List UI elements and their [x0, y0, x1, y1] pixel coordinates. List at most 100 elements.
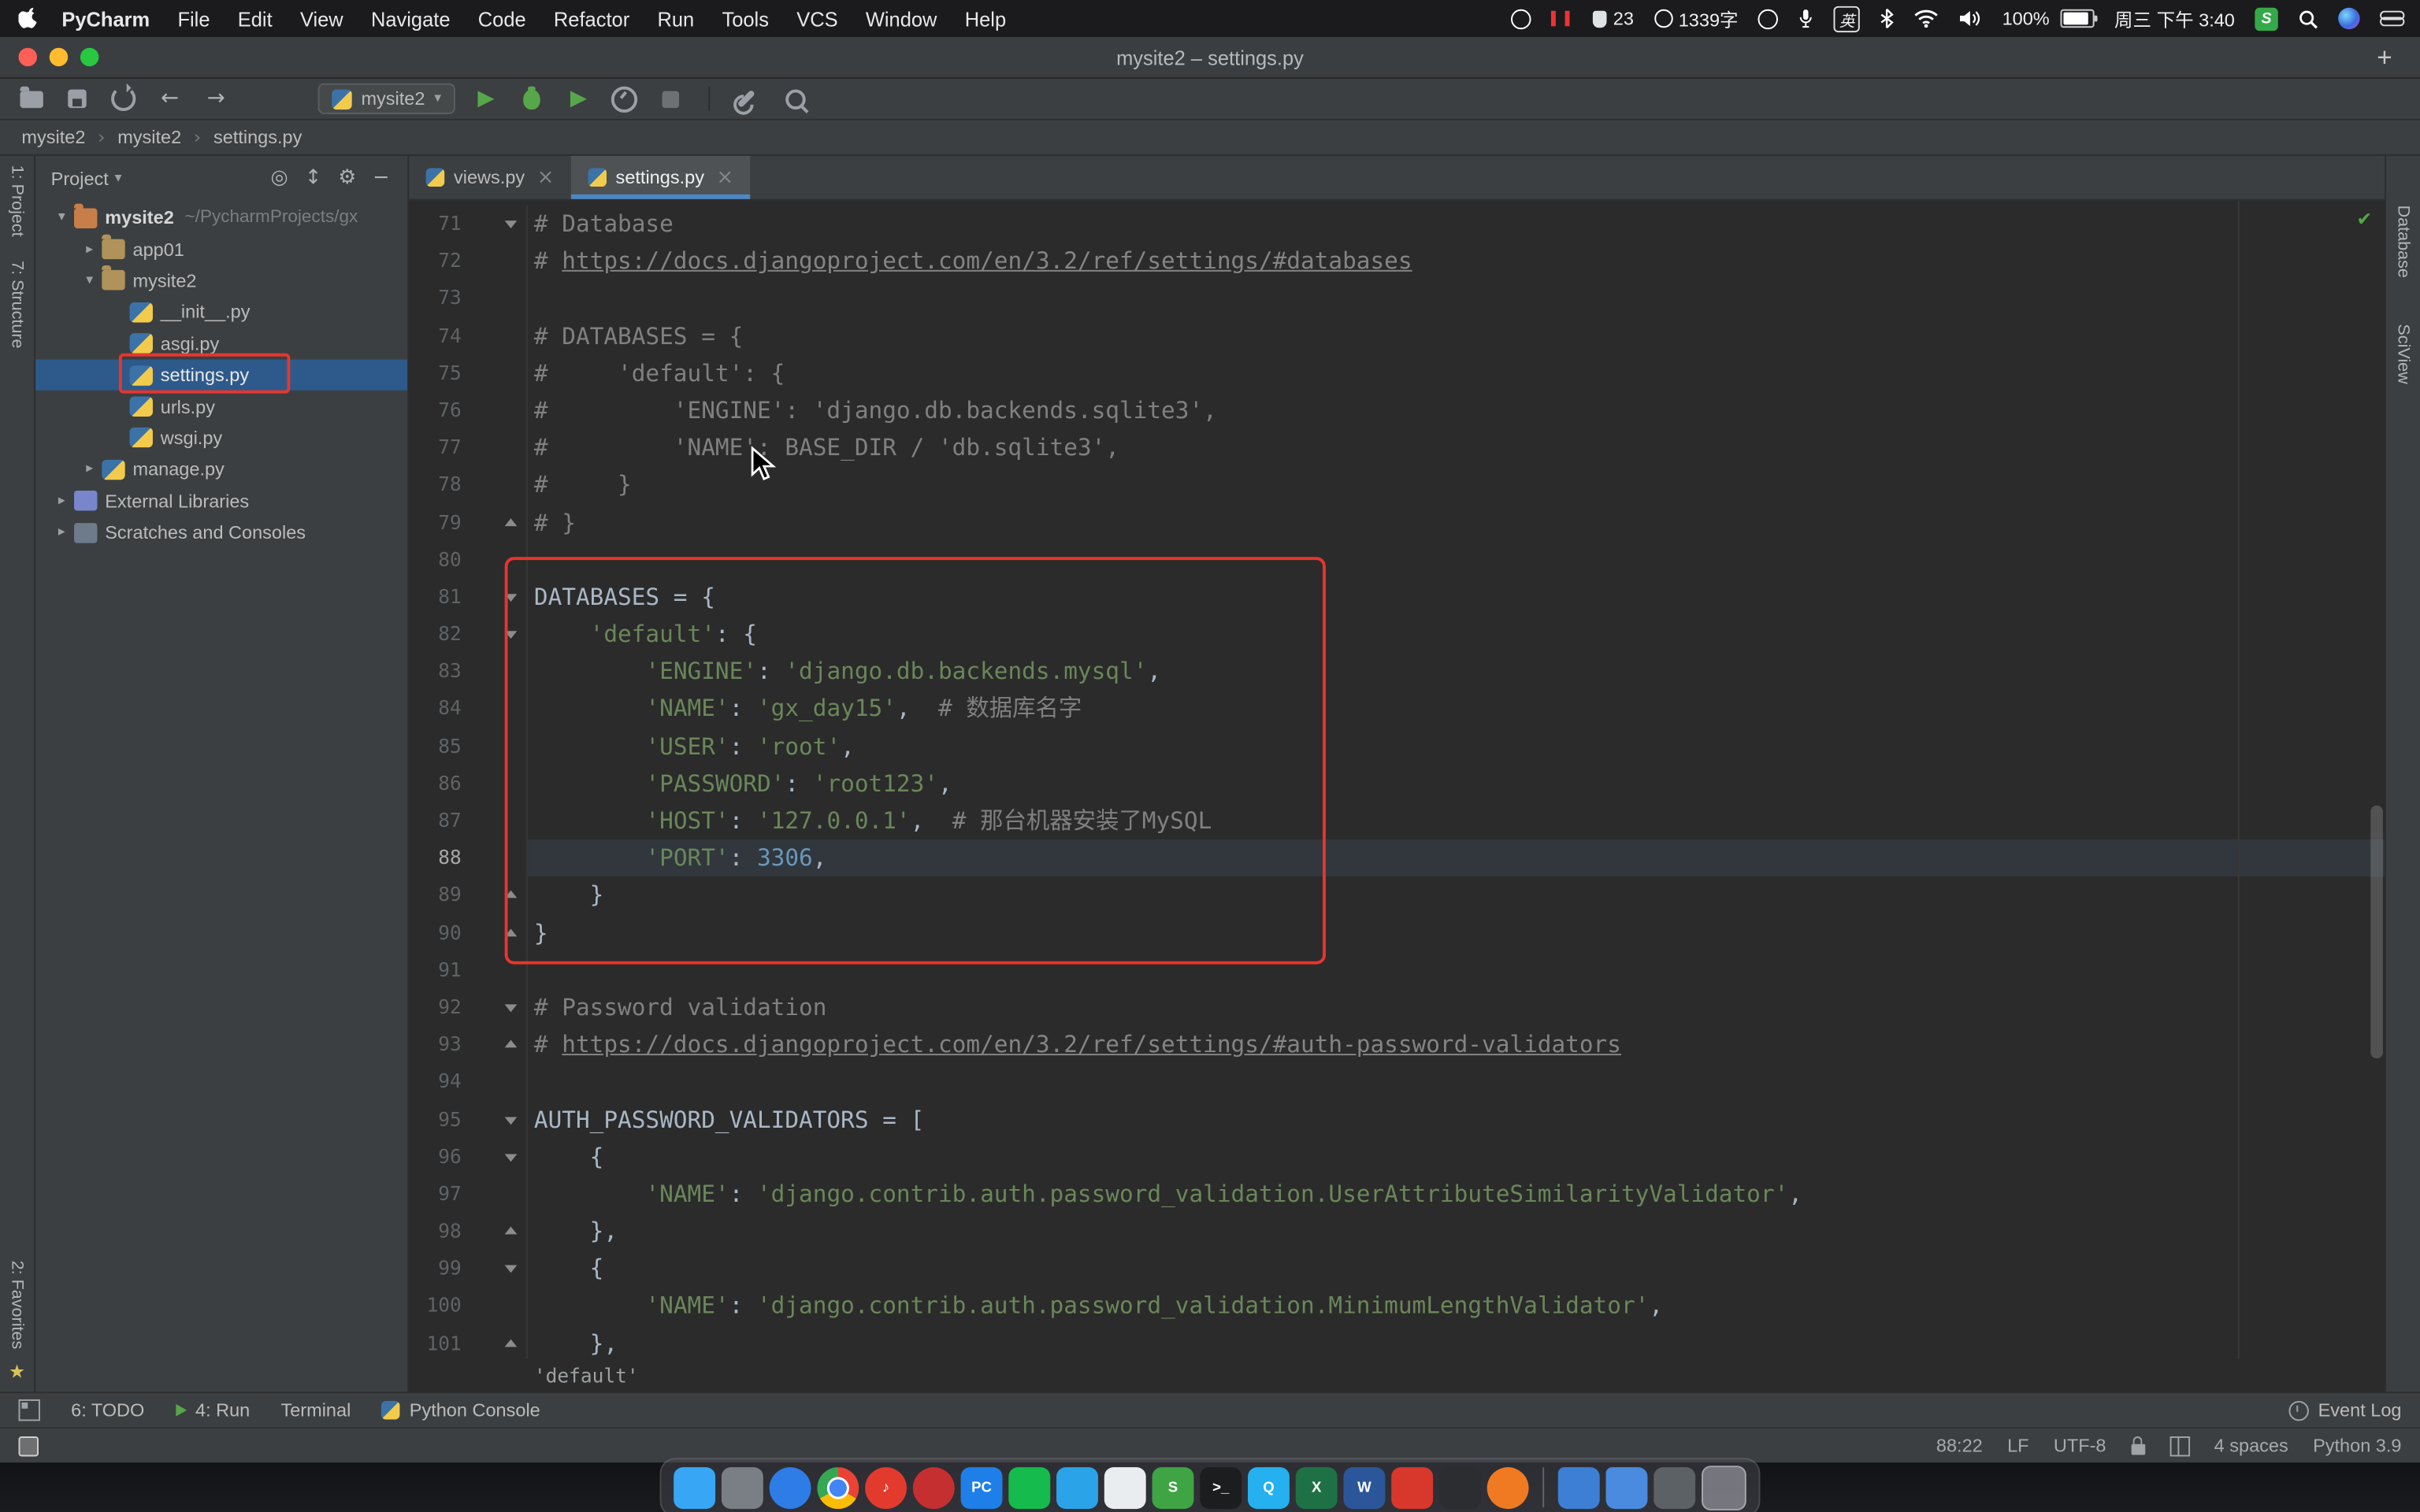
gutter[interactable]: 85	[409, 728, 528, 765]
gutter[interactable]: 83	[409, 653, 528, 690]
wrench-icon[interactable]	[731, 85, 762, 113]
dictation-mic-icon[interactable]	[1798, 8, 1814, 29]
code-text[interactable]: }	[528, 914, 2385, 951]
code-line-74[interactable]: 74# DATABASES = {	[409, 317, 2385, 354]
line-separator[interactable]: LF	[2007, 1435, 2028, 1456]
fold-marker-icon[interactable]	[505, 928, 518, 936]
status-badge-icon[interactable]: 23	[1593, 8, 1634, 29]
code-text[interactable]: # Database	[528, 206, 2385, 243]
run-with-coverage-icon[interactable]: ▶	[563, 85, 594, 113]
code-line-80[interactable]: 80	[409, 541, 2385, 578]
dock-icon-app-light[interactable]	[1104, 1466, 1146, 1508]
editor-scrollbar[interactable]	[2370, 806, 2383, 1058]
tool-stripe-database[interactable]: Database	[2394, 206, 2413, 278]
gutter[interactable]: 82	[409, 616, 528, 653]
tool-stripe-favorites[interactable]: 2: Favorites	[8, 1260, 27, 1349]
code-line-84[interactable]: 84 'NAME': 'gx_day15', # 数据库名字	[409, 691, 2385, 728]
run-config-selector[interactable]: mysite2 ▾	[318, 83, 455, 114]
gutter[interactable]: 94	[409, 1063, 528, 1100]
code-text[interactable]: },	[528, 1213, 2385, 1250]
stop-icon[interactable]	[655, 85, 686, 113]
fold-marker-icon[interactable]	[505, 1004, 518, 1012]
code-text[interactable]: {	[528, 1250, 2385, 1287]
code-line-75[interactable]: 75# 'default': {	[409, 354, 2385, 391]
code-line-77[interactable]: 77# 'NAME': BASE_DIR / 'db.sqlite3',	[409, 429, 2385, 466]
dock-icon-app-orange[interactable]	[1487, 1466, 1529, 1508]
code-text[interactable]: 'USER': 'root',	[528, 728, 2385, 765]
project-tree-item-app01[interactable]: ▸app01	[35, 234, 407, 265]
favorites-star-icon[interactable]: ★	[9, 1361, 25, 1382]
chevron-right-icon[interactable]: ▸	[79, 242, 100, 258]
project-tree-item-wsgi.py[interactable]: wsgi.py	[35, 422, 407, 454]
menu-navigate[interactable]: Navigate	[357, 7, 464, 30]
gutter[interactable]: 80	[409, 541, 528, 578]
status-widget-icon[interactable]	[19, 1436, 39, 1455]
gutter[interactable]: 75	[409, 354, 528, 391]
dock-icon-chrome[interactable]	[817, 1466, 859, 1508]
run-icon[interactable]: ▶	[470, 85, 501, 113]
code-line-85[interactable]: 85 'USER': 'root',	[409, 728, 2385, 765]
code-line-96[interactable]: 96 {	[409, 1138, 2385, 1175]
gutter[interactable]: 99	[409, 1250, 528, 1287]
menu-view[interactable]: View	[286, 7, 357, 30]
code-text[interactable]: 'ENGINE': 'django.db.backends.mysql',	[528, 653, 2385, 690]
siri-icon[interactable]	[2338, 8, 2359, 29]
gutter[interactable]: 86	[409, 765, 528, 802]
volume-icon[interactable]	[1959, 9, 1982, 28]
aperture-icon[interactable]	[1511, 9, 1531, 28]
project-tree-item-manage.py[interactable]: ▸manage.py	[35, 454, 407, 485]
close-icon[interactable]: ×	[537, 166, 554, 189]
code-line-91[interactable]: 91	[409, 951, 2385, 988]
dock-icon-sogou-input[interactable]: S	[1152, 1466, 1194, 1508]
menu-tools[interactable]: Tools	[708, 7, 783, 30]
project-tree-item-urls.py[interactable]: urls.py	[35, 391, 407, 422]
code-text[interactable]: 'HOST': '127.0.0.1', # 那台机器安装了MySQL	[528, 802, 2385, 839]
chevron-right-icon[interactable]: ▸	[79, 461, 100, 477]
dock-icon-qq-music[interactable]	[913, 1466, 955, 1508]
code-line-73[interactable]: 73	[409, 280, 2385, 317]
dock-icon-app-dark[interactable]	[1439, 1466, 1481, 1508]
gutter[interactable]: 92	[409, 989, 528, 1026]
tool-window-switcher-icon[interactable]	[19, 1399, 40, 1421]
code-line-95[interactable]: 95AUTH_PASSWORD_VALIDATORS = [	[409, 1101, 2385, 1138]
code-text[interactable]: # 'NAME': BASE_DIR / 'db.sqlite3',	[528, 429, 2385, 466]
at-circle-icon[interactable]	[1758, 9, 1778, 28]
gutter[interactable]: 73	[409, 280, 528, 317]
menu-vcs[interactable]: VCS	[783, 7, 852, 30]
fold-marker-icon[interactable]	[505, 1227, 518, 1235]
chevron-down-icon[interactable]: ▾	[115, 170, 122, 186]
menu-pycharm[interactable]: PyCharm	[48, 7, 164, 30]
menu-file[interactable]: File	[164, 7, 224, 30]
code-text[interactable]: # https://docs.djangoproject.com/en/3.2/…	[528, 1026, 2385, 1063]
fold-marker-icon[interactable]	[505, 1040, 518, 1048]
dock-icon-folder-documents[interactable]	[1558, 1466, 1600, 1508]
menu-edit[interactable]: Edit	[224, 7, 286, 30]
code-line-90[interactable]: 90}	[409, 914, 2385, 951]
dock-icon-word[interactable]: W	[1343, 1466, 1385, 1508]
code-line-87[interactable]: 87 'HOST': '127.0.0.1', # 那台机器安装了MySQL	[409, 802, 2385, 839]
breadcrumb-item[interactable]: settings.py	[213, 127, 302, 148]
column-mode-icon[interactable]	[2169, 1436, 2189, 1455]
code-line-92[interactable]: 92# Password validation	[409, 989, 2385, 1026]
fold-marker-icon[interactable]	[505, 891, 518, 899]
code-text[interactable]: DATABASES = {	[528, 578, 2385, 615]
menu-run[interactable]: Run	[644, 7, 708, 30]
apple-icon[interactable]	[19, 7, 42, 30]
gutter[interactable]: 98	[409, 1213, 528, 1250]
tool-stripe-project[interactable]: 1: Project	[8, 165, 27, 237]
chevron-right-icon[interactable]: ▸	[51, 493, 72, 509]
event-log-button[interactable]: Event Log	[2288, 1399, 2401, 1421]
code-text[interactable]	[528, 951, 2385, 988]
project-tree-item-scratches-and-consoles[interactable]: ▸Scratches and Consoles	[35, 517, 407, 548]
code-text[interactable]: 'default': {	[528, 616, 2385, 653]
gutter[interactable]: 72	[409, 243, 528, 280]
battery-icon[interactable]: 100%	[2002, 8, 2095, 29]
input-source-icon[interactable]: 英	[1834, 6, 1860, 32]
chevron-down-icon[interactable]: ▾	[79, 273, 100, 289]
code-line-79[interactable]: 79# }	[409, 504, 2385, 541]
code-line-76[interactable]: 76# 'ENGINE': 'django.db.backends.sqlite…	[409, 392, 2385, 429]
gutter[interactable]: 71	[409, 206, 528, 243]
code-line-93[interactable]: 93# https://docs.djangoproject.com/en/3.…	[409, 1026, 2385, 1063]
chevron-right-icon[interactable]: ▸	[51, 524, 72, 540]
code-line-82[interactable]: 82 'default': {	[409, 616, 2385, 653]
